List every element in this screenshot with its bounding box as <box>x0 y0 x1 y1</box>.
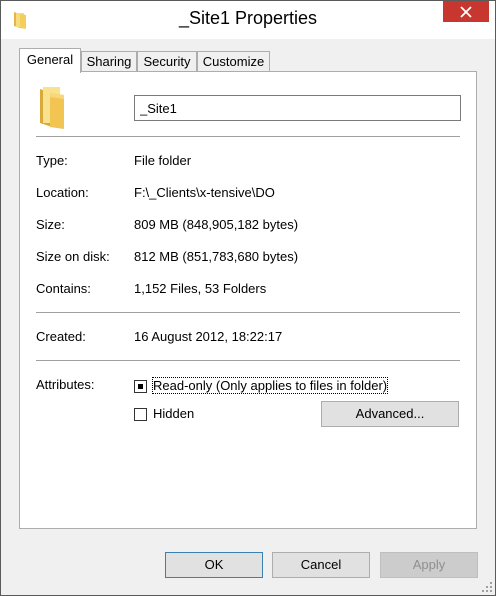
type-value: File folder <box>134 153 192 168</box>
size-on-disk-label: Size on disk: <box>36 249 110 264</box>
location-value: F:\_Clients\x-tensive\DO <box>134 185 275 200</box>
attributes-label: Attributes: <box>36 377 95 392</box>
hidden-label[interactable]: Hidden <box>153 406 194 421</box>
indeterminate-mark <box>138 384 143 389</box>
resize-grip-icon[interactable] <box>481 581 493 593</box>
divider <box>36 360 460 361</box>
contains-row: Contains: 1,152 Files, 53 Folders <box>36 281 466 299</box>
size-label: Size: <box>36 217 65 232</box>
tab-security[interactable]: Security <box>137 51 197 71</box>
general-panel: Type: File folder Location: F:\_Clients\… <box>19 71 477 529</box>
properties-dialog: _Site1 Properties General Sharing Securi… <box>0 0 496 596</box>
created-label: Created: <box>36 329 86 344</box>
tab-customize[interactable]: Customize <box>197 51 270 71</box>
size-value: 809 MB (848,905,182 bytes) <box>134 217 299 232</box>
size-on-disk-value: 812 MB (851,783,680 bytes) <box>134 249 299 264</box>
location-row: Location: F:\_Clients\x-tensive\DO <box>36 185 466 203</box>
tab-general[interactable]: General <box>19 48 81 73</box>
window-title: _Site1 Properties <box>178 8 318 28</box>
location-label: Location: <box>36 185 89 200</box>
divider <box>36 136 460 137</box>
close-button[interactable] <box>443 1 489 22</box>
size-on-disk-row: Size on disk: 812 MB (851,783,680 bytes) <box>36 249 466 267</box>
title-bar[interactable]: _Site1 Properties <box>1 1 495 39</box>
divider <box>36 312 460 313</box>
advanced-button[interactable]: Advanced... <box>321 401 459 427</box>
folder-name-input[interactable] <box>134 95 461 121</box>
contains-value: 1,152 Files, 53 Folders <box>134 281 267 296</box>
readonly-label[interactable]: Read-only (Only applies to files in fold… <box>151 377 389 394</box>
ok-button[interactable]: OK <box>165 552 263 578</box>
hidden-checkbox[interactable] <box>134 408 147 421</box>
contains-label: Contains: <box>36 281 91 296</box>
close-icon <box>460 5 472 18</box>
created-row: Created: 16 August 2012, 18:22:17 <box>36 329 466 347</box>
type-label: Type: <box>36 153 68 168</box>
readonly-checkbox[interactable] <box>134 380 147 393</box>
folder-icon <box>40 87 64 129</box>
tab-sharing[interactable]: Sharing <box>81 51 137 71</box>
created-value: 16 August 2012, 18:22:17 <box>134 329 283 344</box>
apply-button[interactable]: Apply <box>380 552 478 578</box>
cancel-button[interactable]: Cancel <box>272 552 370 578</box>
type-row: Type: File folder <box>36 153 466 171</box>
size-row: Size: 809 MB (848,905,182 bytes) <box>36 217 466 235</box>
